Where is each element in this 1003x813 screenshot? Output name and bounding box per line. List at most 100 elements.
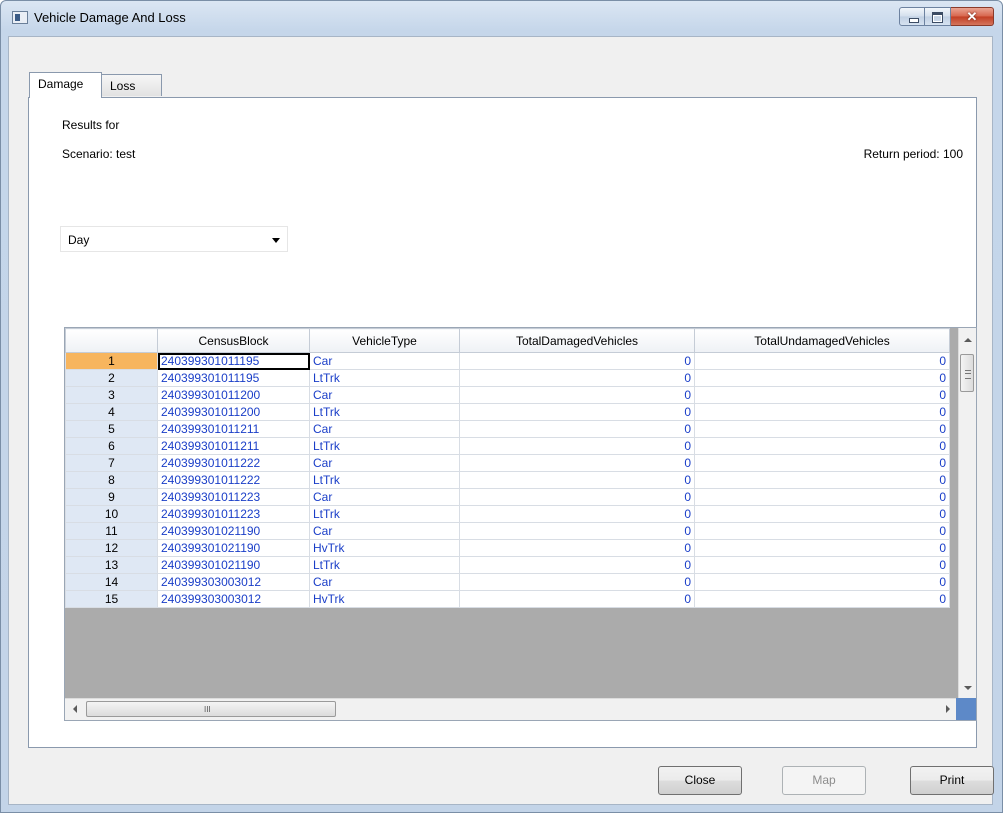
scroll-up-button[interactable]: [959, 332, 976, 349]
vehicle-type-cell[interactable]: LtTrk: [309, 403, 460, 421]
damaged-cell[interactable]: 0: [459, 403, 695, 421]
scroll-right-button[interactable]: [939, 699, 956, 719]
row-number[interactable]: 9: [65, 488, 158, 506]
undamaged-cell[interactable]: 0: [694, 505, 950, 523]
table-row[interactable]: 14 240399303003012 Car 0 0: [65, 573, 950, 591]
scroll-down-button[interactable]: [959, 679, 976, 696]
close-button[interactable]: Close: [658, 766, 742, 795]
vehicle-type-cell[interactable]: HvTrk: [309, 539, 460, 557]
row-number[interactable]: 13: [65, 556, 158, 574]
row-number[interactable]: 5: [65, 420, 158, 438]
census-block-cell[interactable]: 240399301011200: [157, 403, 310, 421]
census-block-cell[interactable]: 240399301011200: [157, 386, 310, 404]
vehicle-type-cell[interactable]: Car: [309, 454, 460, 472]
table-row[interactable]: 10 240399301011223 LtTrk 0 0: [65, 505, 950, 523]
vehicle-type-cell[interactable]: LtTrk: [309, 369, 460, 387]
horizontal-scrollbar[interactable]: III: [65, 698, 958, 720]
damaged-cell[interactable]: 0: [459, 488, 695, 506]
undamaged-cell[interactable]: 0: [694, 573, 950, 591]
damaged-cell[interactable]: 0: [459, 352, 695, 370]
vehicle-type-cell[interactable]: HvTrk: [309, 590, 460, 608]
census-block-cell[interactable]: 240399301011223: [157, 505, 310, 523]
map-button[interactable]: Map: [782, 766, 866, 795]
scroll-left-button[interactable]: [67, 699, 84, 719]
undamaged-cell[interactable]: 0: [694, 454, 950, 472]
print-button[interactable]: Print: [910, 766, 994, 795]
vehicle-type-cell[interactable]: LtTrk: [309, 556, 460, 574]
column-header-totalundamagedvehicles[interactable]: TotalUndamagedVehicles: [694, 328, 950, 353]
row-number[interactable]: 1: [65, 352, 158, 370]
census-block-cell[interactable]: 240399301021190: [157, 522, 310, 540]
census-block-cell[interactable]: 240399301011195: [157, 352, 310, 370]
table-row[interactable]: 6 240399301011211 LtTrk 0 0: [65, 437, 950, 455]
results-grid[interactable]: CensusBlock VehicleType TotalDamagedVehi…: [64, 327, 977, 721]
time-of-day-select[interactable]: Day: [60, 226, 288, 252]
row-number[interactable]: 4: [65, 403, 158, 421]
damaged-cell[interactable]: 0: [459, 437, 695, 455]
minimize-button[interactable]: [899, 7, 925, 26]
census-block-cell[interactable]: 240399301021190: [157, 556, 310, 574]
table-row[interactable]: 4 240399301011200 LtTrk 0 0: [65, 403, 950, 421]
census-block-cell[interactable]: 240399301021190: [157, 539, 310, 557]
table-row[interactable]: 5 240399301011211 Car 0 0: [65, 420, 950, 438]
undamaged-cell[interactable]: 0: [694, 471, 950, 489]
census-block-cell[interactable]: 240399303003012: [157, 573, 310, 591]
census-block-cell[interactable]: 240399301011211: [157, 420, 310, 438]
table-row[interactable]: 8 240399301011222 LtTrk 0 0: [65, 471, 950, 489]
table-row[interactable]: 2 240399301011195 LtTrk 0 0: [65, 369, 950, 387]
undamaged-cell[interactable]: 0: [694, 352, 950, 370]
damaged-cell[interactable]: 0: [459, 420, 695, 438]
select-all-corner[interactable]: [65, 328, 158, 353]
vehicle-type-cell[interactable]: LtTrk: [309, 505, 460, 523]
row-number[interactable]: 14: [65, 573, 158, 591]
row-number[interactable]: 15: [65, 590, 158, 608]
census-block-cell[interactable]: 240399301011211: [157, 437, 310, 455]
title-bar[interactable]: Vehicle Damage And Loss ✕: [1, 1, 1002, 35]
undamaged-cell[interactable]: 0: [694, 369, 950, 387]
census-block-cell[interactable]: 240399301011222: [157, 471, 310, 489]
table-row[interactable]: 3 240399301011200 Car 0 0: [65, 386, 950, 404]
undamaged-cell[interactable]: 0: [694, 556, 950, 574]
damaged-cell[interactable]: 0: [459, 454, 695, 472]
table-row[interactable]: 1 240399301011195 Car 0 0: [65, 352, 950, 370]
census-block-cell[interactable]: 240399303003012: [157, 590, 310, 608]
damaged-cell[interactable]: 0: [459, 522, 695, 540]
vehicle-type-cell[interactable]: Car: [309, 420, 460, 438]
census-block-cell[interactable]: 240399301011223: [157, 488, 310, 506]
column-header-censusblock[interactable]: CensusBlock: [157, 328, 310, 353]
row-number[interactable]: 7: [65, 454, 158, 472]
vehicle-type-cell[interactable]: Car: [309, 386, 460, 404]
maximize-button[interactable]: [925, 7, 951, 26]
vehicle-type-cell[interactable]: LtTrk: [309, 471, 460, 489]
census-block-cell[interactable]: 240399301011195: [157, 369, 310, 387]
horizontal-scroll-thumb[interactable]: III: [86, 701, 336, 717]
damaged-cell[interactable]: 0: [459, 505, 695, 523]
vehicle-type-cell[interactable]: Car: [309, 522, 460, 540]
row-number[interactable]: 2: [65, 369, 158, 387]
table-row[interactable]: 7 240399301011222 Car 0 0: [65, 454, 950, 472]
undamaged-cell[interactable]: 0: [694, 403, 950, 421]
vehicle-type-cell[interactable]: Car: [309, 488, 460, 506]
damaged-cell[interactable]: 0: [459, 386, 695, 404]
row-number[interactable]: 8: [65, 471, 158, 489]
undamaged-cell[interactable]: 0: [694, 522, 950, 540]
damaged-cell[interactable]: 0: [459, 369, 695, 387]
table-row[interactable]: 15 240399303003012 HvTrk 0 0: [65, 590, 950, 608]
vehicle-type-cell[interactable]: Car: [309, 352, 460, 370]
column-header-totaldamagedvehicles[interactable]: TotalDamagedVehicles: [459, 328, 695, 353]
table-row[interactable]: 12 240399301021190 HvTrk 0 0: [65, 539, 950, 557]
row-number[interactable]: 12: [65, 539, 158, 557]
census-block-cell[interactable]: 240399301011222: [157, 454, 310, 472]
undamaged-cell[interactable]: 0: [694, 386, 950, 404]
row-number[interactable]: 10: [65, 505, 158, 523]
row-number[interactable]: 3: [65, 386, 158, 404]
damaged-cell[interactable]: 0: [459, 590, 695, 608]
damaged-cell[interactable]: 0: [459, 471, 695, 489]
table-row[interactable]: 11 240399301021190 Car 0 0: [65, 522, 950, 540]
vehicle-type-cell[interactable]: LtTrk: [309, 437, 460, 455]
table-row[interactable]: 9 240399301011223 Car 0 0: [65, 488, 950, 506]
undamaged-cell[interactable]: 0: [694, 590, 950, 608]
undamaged-cell[interactable]: 0: [694, 420, 950, 438]
tab-damage[interactable]: Damage: [29, 72, 102, 98]
chevron-down-icon[interactable]: [272, 238, 280, 243]
